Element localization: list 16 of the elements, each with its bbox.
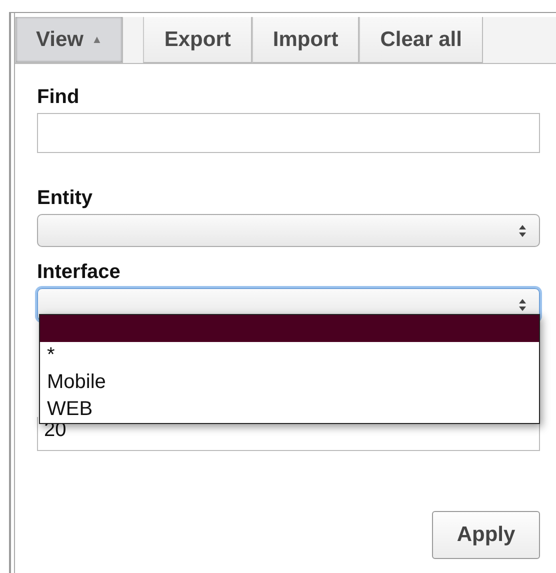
- toolbar-button[interactable]: View ▲: [15, 17, 124, 63]
- apply-button[interactable]: Apply: [432, 511, 540, 559]
- find-label: Find: [37, 86, 80, 109]
- caret-icon: ▲: [91, 34, 102, 46]
- entity-label: Entity: [37, 187, 94, 210]
- dropdown-option[interactable]: WEB: [40, 396, 539, 423]
- toolbar-button[interactable]: Import: [252, 17, 360, 63]
- dropdown-option[interactable]: Mobile: [40, 369, 539, 396]
- dropdown-option[interactable]: *: [40, 342, 539, 369]
- entity-select[interactable]: [37, 214, 540, 247]
- find-field[interactable]: [37, 113, 540, 153]
- toolbar-button[interactable]: Clear all: [359, 17, 483, 63]
- select-arrows-icon: [518, 298, 527, 312]
- interface-label: Interface: [37, 261, 122, 284]
- toolbar-button[interactable]: Export: [143, 17, 252, 63]
- select-arrows-icon: [518, 224, 527, 238]
